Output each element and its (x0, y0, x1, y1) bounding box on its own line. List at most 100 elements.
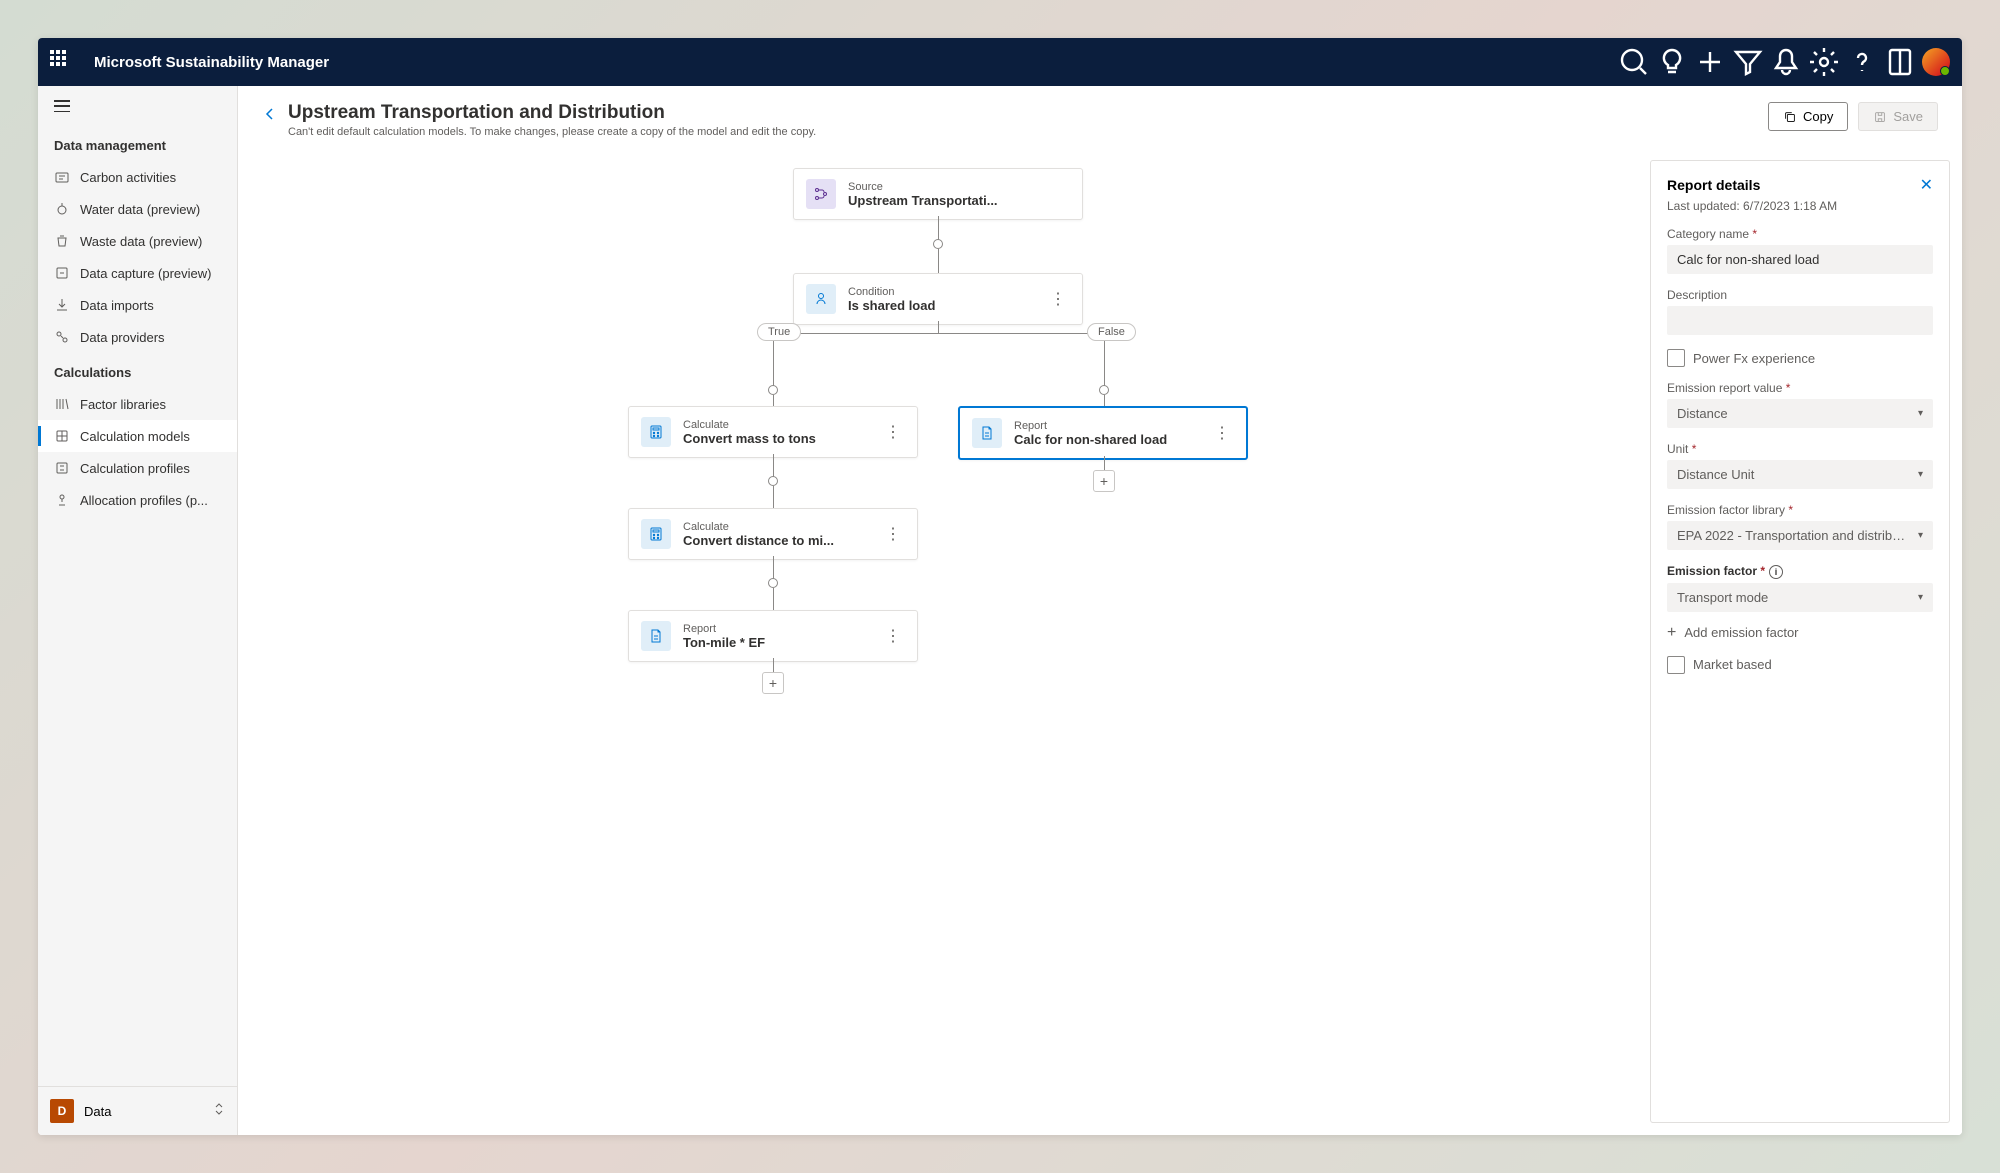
node-title: Calc for non-shared load (1014, 432, 1167, 447)
factor-library-select[interactable]: EPA 2022 - Transportation and distributi… (1667, 521, 1933, 550)
more-icon[interactable]: ⋮ (1210, 423, 1234, 443)
connector (773, 588, 774, 612)
chevron-updown-icon (213, 1101, 225, 1122)
sidebar-item-data-providers[interactable]: Data providers (38, 321, 237, 353)
plus-icon[interactable] (1694, 46, 1726, 78)
search-icon[interactable] (1618, 46, 1650, 78)
node-source[interactable]: SourceUpstream Transportati... (793, 168, 1083, 220)
footer-label: Data (84, 1104, 111, 1119)
hamburger-icon[interactable] (38, 86, 237, 126)
connector-dot (1099, 385, 1109, 395)
app-launcher-icon[interactable] (50, 50, 74, 74)
sidebar-item-label: Waste data (preview) (80, 234, 202, 249)
unit-select[interactable]: Distance Unit▾ (1667, 460, 1933, 489)
node-type-label: Calculate (683, 521, 834, 533)
gear-icon[interactable] (1808, 46, 1840, 78)
description-input[interactable] (1667, 306, 1933, 335)
unit-label: Unit * (1667, 442, 1933, 456)
sidebar-item-label: Factor libraries (80, 397, 166, 412)
category-name-input[interactable] (1667, 245, 1933, 274)
connector-dot (933, 239, 943, 249)
sidebar-item-carbon-activities[interactable]: Carbon activities (38, 161, 237, 193)
sidebar: Data management Carbon activities Water … (38, 86, 238, 1135)
flow-canvas[interactable]: SourceUpstream Transportati... Condition… (238, 148, 1962, 1135)
page-subtitle: Can't edit default calculation models. T… (288, 126, 816, 138)
back-arrow-icon[interactable] (262, 106, 278, 127)
chevron-down-icon: ▾ (1918, 592, 1923, 603)
chevron-down-icon: ▾ (1918, 469, 1923, 480)
page-header: Upstream Transportation and Distribution… (238, 86, 1962, 148)
chevron-down-icon: ▾ (1918, 530, 1923, 541)
copy-button-label: Copy (1803, 109, 1833, 124)
more-icon[interactable]: ⋮ (881, 626, 905, 646)
sidebar-item-factor-libraries[interactable]: Factor libraries (38, 388, 237, 420)
emission-value-select[interactable]: Distance▾ (1667, 399, 1933, 428)
filter-icon[interactable] (1732, 46, 1764, 78)
document-icon (641, 621, 671, 651)
sidebar-item-data-capture[interactable]: Data capture (preview) (38, 257, 237, 289)
connector (1104, 333, 1105, 388)
nav-section-calculations: Calculations (38, 353, 237, 388)
node-title: Convert distance to mi... (683, 533, 834, 548)
node-report-nonshared[interactable]: ReportCalc for non-shared load ⋮ (958, 406, 1248, 460)
library-icon (54, 396, 70, 412)
waste-icon (54, 233, 70, 249)
connector (938, 321, 939, 333)
connector-dot (768, 578, 778, 588)
sidebar-item-waste-data[interactable]: Waste data (preview) (38, 225, 237, 257)
description-label: Description (1667, 288, 1933, 302)
sidebar-item-label: Data imports (80, 298, 154, 313)
node-type-label: Calculate (683, 419, 816, 431)
market-based-checkbox[interactable]: Market based (1667, 656, 1933, 674)
plus-icon: + (1667, 624, 1676, 642)
sidebar-item-calculation-models[interactable]: Calculation models (38, 420, 237, 452)
water-icon (54, 201, 70, 217)
sidebar-item-allocation-profiles[interactable]: Allocation profiles (p... (38, 484, 237, 516)
sidebar-footer[interactable]: D Data (38, 1086, 237, 1135)
sidebar-item-calculation-profiles[interactable]: Calculation profiles (38, 452, 237, 484)
add-node-button[interactable]: + (762, 672, 784, 694)
more-icon[interactable]: ⋮ (1046, 289, 1070, 309)
node-title: Upstream Transportati... (848, 193, 998, 208)
close-icon[interactable]: ✕ (1920, 175, 1933, 195)
node-type-label: Report (683, 623, 765, 635)
lightbulb-icon[interactable] (1656, 46, 1688, 78)
node-title: Convert mass to tons (683, 431, 816, 446)
checkbox-icon (1667, 656, 1685, 674)
bell-icon[interactable] (1770, 46, 1802, 78)
branch-icon (806, 179, 836, 209)
sidebar-item-label: Allocation profiles (p... (80, 493, 208, 508)
node-type-label: Condition (848, 286, 935, 298)
add-emission-factor-button[interactable]: +Add emission factor (1667, 624, 1933, 642)
help-icon[interactable] (1846, 46, 1878, 78)
branch-false-label: False (1087, 323, 1136, 341)
connector (773, 333, 1105, 334)
capture-icon (54, 265, 70, 281)
details-title: Report details (1667, 177, 1760, 193)
node-condition[interactable]: ConditionIs shared load ⋮ (793, 273, 1083, 325)
copy-button[interactable]: Copy (1768, 102, 1848, 131)
book-icon[interactable] (1884, 46, 1916, 78)
add-node-button[interactable]: + (1093, 470, 1115, 492)
node-calc-distance[interactable]: CalculateConvert distance to mi... ⋮ (628, 508, 918, 560)
node-calc-mass[interactable]: CalculateConvert mass to tons ⋮ (628, 406, 918, 458)
info-icon[interactable]: i (1769, 565, 1783, 579)
branch-true-label: True (757, 323, 801, 341)
sidebar-item-water-data[interactable]: Water data (preview) (38, 193, 237, 225)
save-button-label: Save (1893, 109, 1923, 124)
powerfx-checkbox[interactable]: Power Fx experience (1667, 349, 1933, 367)
more-icon[interactable]: ⋮ (881, 422, 905, 442)
emission-factor-select[interactable]: Transport mode▾ (1667, 583, 1933, 612)
sidebar-item-data-imports[interactable]: Data imports (38, 289, 237, 321)
last-updated: Last updated: 6/7/2023 1:18 AM (1667, 199, 1933, 213)
data-badge: D (50, 1099, 74, 1123)
save-button: Save (1858, 102, 1938, 131)
market-based-label: Market based (1693, 657, 1772, 672)
more-icon[interactable]: ⋮ (881, 524, 905, 544)
node-report-tonmile[interactable]: ReportTon-mile * EF ⋮ (628, 610, 918, 662)
allocation-icon (54, 492, 70, 508)
avatar[interactable] (1922, 48, 1950, 76)
details-panel: Report details ✕ Last updated: 6/7/2023 … (1650, 160, 1950, 1123)
activity-icon (54, 169, 70, 185)
person-icon (806, 284, 836, 314)
